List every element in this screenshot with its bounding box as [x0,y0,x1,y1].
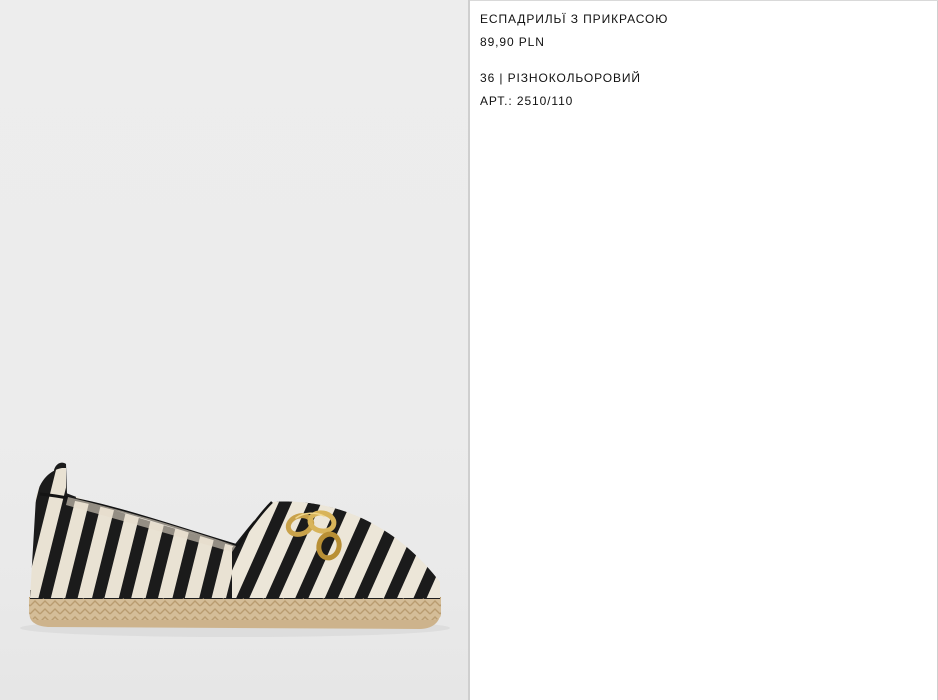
product-page: ЕСПАДРИЛЬЇ З ПРИКРАСОЮ 89,90 PLN 36 | РІ… [0,0,938,700]
product-image-panel[interactable] [0,0,468,700]
product-name: ЕСПАДРИЛЬЇ З ПРИКРАСОЮ [480,12,669,26]
product-photo [20,462,450,637]
product-reference: АРТ.: 2510/110 [480,94,574,108]
product-size-color[interactable]: 36 | РІЗНОКОЛЬОРОВИЙ [480,71,641,85]
shoe-vamp [232,501,440,598]
jute-rope [29,597,441,620]
product-price: 89,90 PLN [480,35,545,49]
product-info-panel: ЕСПАДРИЛЬЇ З ПРИКРАСОЮ 89,90 PLN 36 | РІ… [470,0,938,700]
